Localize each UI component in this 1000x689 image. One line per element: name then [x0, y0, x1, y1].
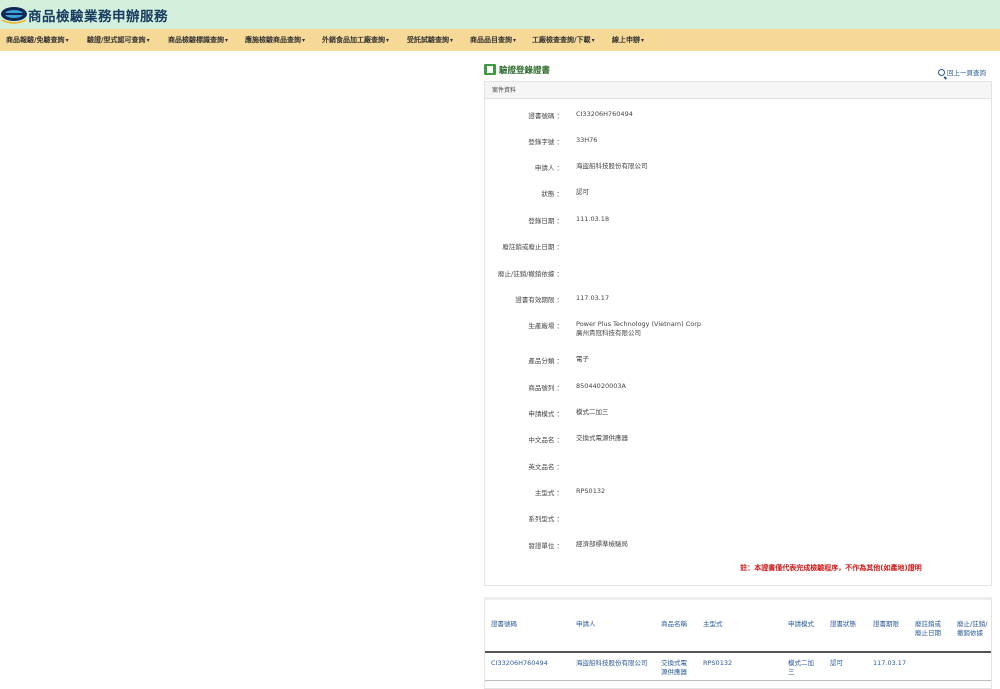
table-cell-product-name: 交換式電源供應器: [661, 659, 687, 676]
nav-factory-inspection[interactable]: 工廠檢查查詢/下載▾: [532, 35, 595, 45]
table-header-cert-status[interactable]: 證書狀態: [830, 620, 856, 629]
nav-online-application[interactable]: 線上申辦▾: [612, 35, 644, 45]
case-header: 案件資料: [485, 82, 991, 99]
chevron-down-icon: ▾: [65, 37, 69, 44]
table-cell-cert-status: 認可: [830, 659, 843, 667]
nav-certification-query[interactable]: 驗證/型式認可查詢▾: [87, 35, 150, 45]
nav-inspection-mark[interactable]: 商品檢驗標識查詢▾: [168, 35, 228, 45]
back-to-search-link[interactable]: 回上一頁查詢: [938, 67, 986, 77]
nav-regulated-products[interactable]: 應施檢驗商品查詢▾: [245, 35, 305, 45]
table-header-cert-no[interactable]: 證書號碼: [491, 620, 517, 629]
table-header-main-model[interactable]: 主型式: [703, 620, 723, 629]
main-nav: 商品報驗/免驗查詢▾ 驗證/型式認可查詢▾ 商品檢驗標識查詢▾ 應施檢驗商品查詢…: [0, 29, 1000, 51]
table-cell-application-mode: 模式二加三: [788, 659, 814, 676]
nav-commissioned-test[interactable]: 受託試驗查詢▾: [407, 35, 453, 45]
site-title[interactable]: 商品檢驗業務申辦服務: [28, 5, 168, 25]
search-icon: [938, 69, 945, 76]
logo-icon[interactable]: [0, 4, 28, 24]
table-header-revocation-date[interactable]: 廢註銷或廢止日期: [915, 620, 947, 638]
table-header-product-name[interactable]: 商品名稱: [661, 620, 687, 629]
chevron-down-icon: ▾: [513, 37, 517, 44]
chevron-down-icon: ▾: [386, 37, 390, 44]
table-cell-main-model: RPS0132: [703, 659, 733, 667]
chevron-down-icon: ▾: [225, 37, 229, 44]
chevron-down-icon: ▾: [591, 37, 595, 44]
table-cell-applicant: 海盜船科技股份有限公司: [576, 659, 648, 667]
nav-inspection-exemption[interactable]: 商品報驗/免驗查詢▾: [6, 35, 69, 45]
case-details-panel: 案件資料 證書號碼 ： CI33206H760494 登錄字號 ： 33H76 申請…: [484, 81, 992, 586]
results-table: 證書號碼 申請人 商品名稱 主型式 申請模式 證書狀態 證書期限 廢註銷或廢止日…: [484, 597, 992, 689]
chevron-down-icon: ▾: [641, 37, 645, 44]
table-cell-cert-no[interactable]: CI33206H760494: [491, 659, 548, 668]
certificate-icon: [484, 64, 496, 75]
page-heading: 驗證登錄證書 回上一頁查詢: [484, 63, 992, 79]
table-header-application-mode[interactable]: 申請模式: [788, 620, 814, 629]
certificate-notice: 註：本證書僅代表完成檢驗程序，不作為其他(如產地)證明: [740, 564, 922, 572]
chevron-down-icon: ▾: [146, 37, 150, 44]
chevron-down-icon: ▾: [450, 37, 454, 44]
table-header-applicant[interactable]: 申請人: [576, 620, 596, 629]
header-divider: [485, 651, 991, 653]
row-divider: [485, 680, 991, 681]
nav-food-factory[interactable]: 外銷食品加工廠查詢▾: [322, 35, 389, 45]
nav-product-items[interactable]: 商品品目查詢▾: [470, 35, 516, 45]
chevron-down-icon: ▾: [302, 37, 306, 44]
table-header-revocation-basis[interactable]: 廢止/註銷/撤銷依據: [957, 620, 989, 638]
table-header-cert-expiry[interactable]: 證書期限: [873, 620, 899, 629]
page-title: 驗證登錄證書: [499, 66, 551, 76]
table-cell-cert-expiry: 117.03.17: [873, 659, 907, 667]
site-header: 商品檢驗業務申辦服務: [0, 0, 1000, 29]
